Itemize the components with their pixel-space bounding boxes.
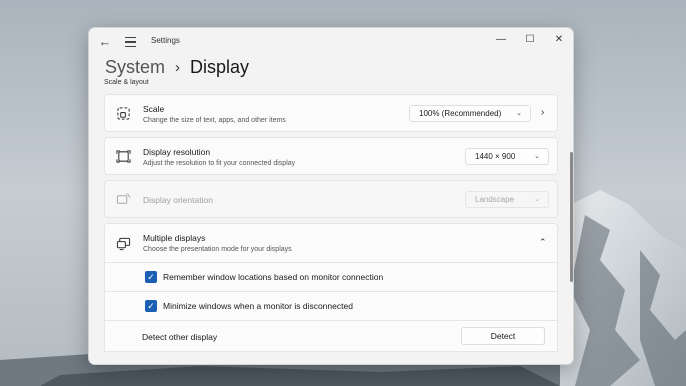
detect-button[interactable]: Detect: [461, 327, 545, 345]
breadcrumb-system[interactable]: System: [105, 57, 165, 78]
scale-dropdown-value: 100% (Recommended): [419, 109, 502, 118]
page-title: Display: [190, 56, 250, 77]
chevron-down-icon: ⌄: [516, 110, 522, 117]
orientation-dropdown-value: Landscape: [475, 195, 515, 204]
window-title: Settings: [151, 36, 180, 45]
remember-locations-label: Remember window locations based on monit…: [163, 272, 384, 282]
resolution-dropdown[interactable]: 1440 × 900 ⌄: [465, 148, 549, 165]
scale-title: Scale: [143, 104, 165, 114]
minimize-windows-row: ✓ Minimize windows when a monitor is dis…: [104, 291, 558, 321]
scale-card[interactable]: Scale Change the size of text, apps, and…: [104, 94, 558, 132]
resolution-description: Adjust the resolution to fit your connec…: [143, 160, 296, 167]
orientation-dropdown: Landscape ⌄: [465, 191, 549, 208]
breadcrumb: System › Display: [105, 54, 249, 80]
minimize-icon[interactable]: —: [487, 31, 515, 49]
multiple-displays-icon: [116, 237, 131, 251]
scrollbar[interactable]: [570, 152, 573, 282]
scale-icon: [117, 107, 130, 120]
display-resolution-card: Display resolution Adjust the resolution…: [104, 137, 558, 175]
detect-display-label: Detect other display: [142, 332, 218, 342]
settings-content: Scale Change the size of text, apps, and…: [89, 84, 573, 364]
multiple-displays-card[interactable]: Multiple displays Choose the presentatio…: [104, 223, 558, 263]
hamburger-menu-icon[interactable]: [123, 34, 139, 50]
minimize-windows-label: Minimize windows when a monitor is disco…: [163, 301, 353, 311]
maximize-icon[interactable]: ☐: [516, 31, 544, 49]
chevron-right-icon[interactable]: ›: [541, 107, 544, 118]
orientation-icon: [116, 193, 131, 204]
breadcrumb-separator-icon: ›: [175, 58, 181, 76]
remember-locations-row: ✓ Remember window locations based on mon…: [104, 262, 558, 292]
detect-display-row: Detect other display Detect: [104, 320, 558, 352]
minimize-windows-checkbox[interactable]: ✓: [145, 300, 157, 312]
chevron-down-icon: ⌄: [534, 153, 540, 160]
remember-locations-checkbox[interactable]: ✓: [145, 271, 157, 283]
settings-window: ← Settings — ☐ ✕ System › Display Scale …: [88, 27, 574, 365]
chevron-down-icon: ⌄: [534, 196, 540, 203]
resolution-title: Display resolution: [143, 147, 211, 157]
chevron-up-icon[interactable]: ⌃: [539, 237, 547, 248]
close-icon[interactable]: ✕: [545, 31, 573, 49]
display-orientation-card: Display orientation Landscape ⌄: [104, 180, 558, 218]
back-arrow-icon[interactable]: ←: [97, 34, 113, 50]
orientation-title: Display orientation: [143, 195, 213, 205]
multiple-displays-title: Multiple displays: [143, 233, 206, 243]
scale-description: Change the size of text, apps, and other…: [143, 117, 286, 124]
resolution-dropdown-value: 1440 × 900: [475, 152, 516, 161]
multiple-displays-description: Choose the presentation mode for your di…: [143, 246, 292, 253]
title-bar: ← Settings — ☐ ✕: [89, 28, 573, 56]
scale-dropdown[interactable]: 100% (Recommended) ⌄: [409, 105, 531, 122]
resolution-icon: [116, 150, 131, 163]
